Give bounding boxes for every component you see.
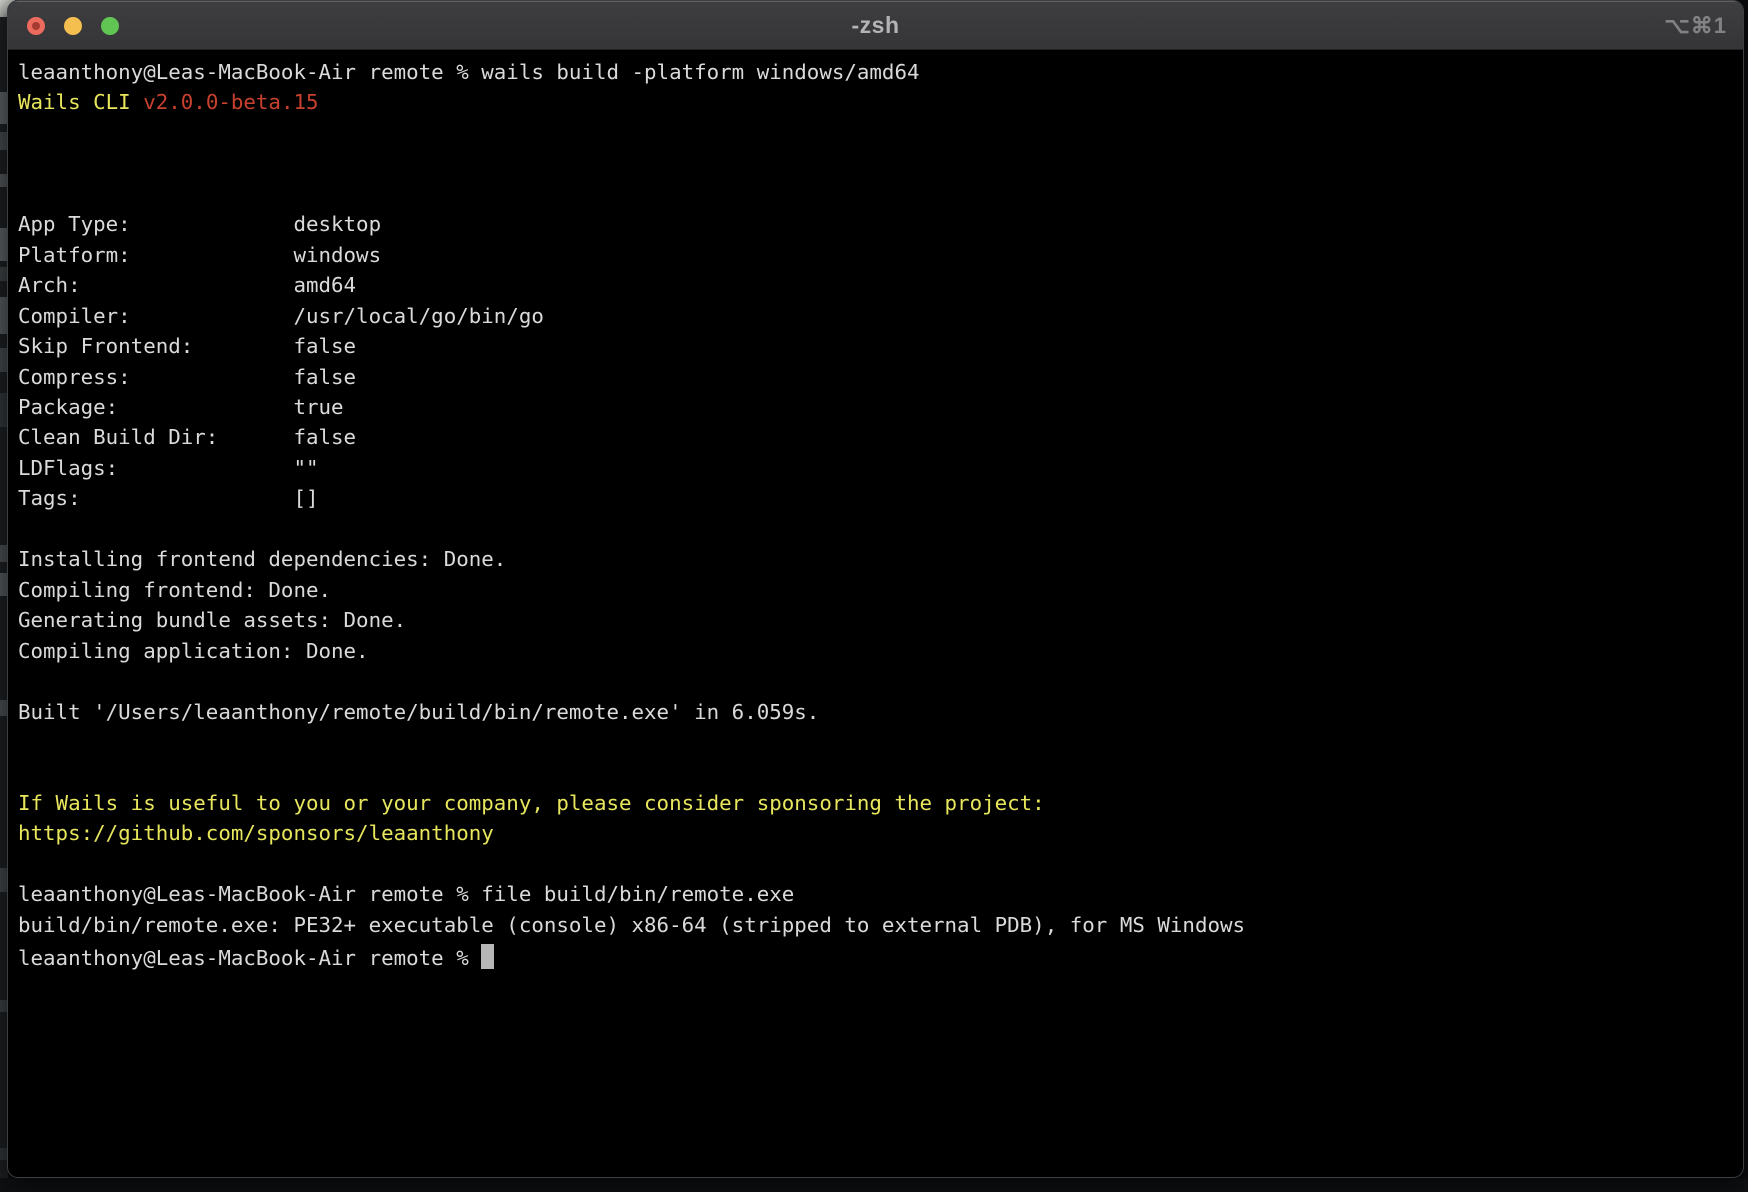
terminal-line: Compiling application: Done. xyxy=(18,636,1743,666)
terminal-line: https://github.com/sponsors/leaanthony xyxy=(18,818,1743,848)
terminal-line: Compiling frontend: Done. xyxy=(18,575,1743,605)
terminal-line: leaanthony@Leas-MacBook-Air remote % fil… xyxy=(18,879,1743,909)
window-titlebar[interactable]: -zsh ⌥⌘1 xyxy=(8,1,1743,50)
text-segment: Compiling frontend: Done. xyxy=(18,578,331,602)
text-segment: Compiling application: Done. xyxy=(18,639,369,663)
terminal-line: build/bin/remote.exe: PE32+ executable (… xyxy=(18,910,1743,940)
config-row: Package: true xyxy=(18,392,1743,422)
terminal-line: leaanthony@Leas-MacBook-Air remote % wai… xyxy=(18,57,1743,87)
terminal-window: -zsh ⌥⌘1 leaanthony@Leas-MacBook-Air rem… xyxy=(7,0,1744,1178)
config-row: Clean Build Dir: false xyxy=(18,422,1743,452)
terminal-line xyxy=(18,757,1743,787)
terminal-line xyxy=(18,148,1743,178)
config-row: Arch: amd64 xyxy=(18,270,1743,300)
config-row: App Type: desktop xyxy=(18,209,1743,239)
terminal-line: Generating bundle assets: Done. xyxy=(18,605,1743,635)
text-segment: Built '/Users/leaanthony/remote/build/bi… xyxy=(18,700,819,724)
terminal-line xyxy=(18,666,1743,696)
text-segment: leaanthony@Leas-MacBook-Air remote % xyxy=(18,946,481,970)
terminal-output[interactable]: leaanthony@Leas-MacBook-Air remote % wai… xyxy=(8,50,1743,1177)
terminal-cursor xyxy=(481,944,494,969)
text-segment: If Wails is useful to you or your compan… xyxy=(18,791,1045,815)
window-title: -zsh xyxy=(8,12,1743,39)
config-row: Compiler: /usr/local/go/bin/go xyxy=(18,301,1743,331)
text-segment: Wails CLI xyxy=(18,90,143,114)
terminal-line: leaanthony@Leas-MacBook-Air remote % xyxy=(18,940,1743,970)
terminal-line xyxy=(18,179,1743,209)
config-row: Platform: windows xyxy=(18,240,1743,270)
terminal-line xyxy=(18,727,1743,757)
text-segment: Generating bundle assets: Done. xyxy=(18,608,406,632)
terminal-line xyxy=(18,514,1743,544)
terminal-line xyxy=(18,118,1743,148)
config-row: Tags: [] xyxy=(18,483,1743,513)
text-segment: leaanthony@Leas-MacBook-Air remote % fil… xyxy=(18,882,794,906)
desktop-background xyxy=(0,1178,1748,1192)
config-row: Compress: false xyxy=(18,362,1743,392)
text-segment: https://github.com/sponsors/leaanthony xyxy=(18,821,494,845)
terminal-line: Wails CLI v2.0.0-beta.15 xyxy=(18,87,1743,117)
config-row: LDFlags: "" xyxy=(18,453,1743,483)
terminal-line xyxy=(18,849,1743,879)
text-segment: Installing frontend dependencies: Done. xyxy=(18,547,506,571)
text-segment: leaanthony@Leas-MacBook-Air remote % wai… xyxy=(18,60,920,84)
text-segment: build/bin/remote.exe: PE32+ executable (… xyxy=(18,913,1245,937)
terminal-line: Built '/Users/leaanthony/remote/build/bi… xyxy=(18,697,1743,727)
keyboard-shortcut-badge: ⌥⌘1 xyxy=(1664,13,1727,39)
terminal-line: Installing frontend dependencies: Done. xyxy=(18,544,1743,574)
terminal-line: If Wails is useful to you or your compan… xyxy=(18,788,1743,818)
text-segment: v2.0.0-beta.15 xyxy=(143,90,318,114)
config-row: Skip Frontend: false xyxy=(18,331,1743,361)
